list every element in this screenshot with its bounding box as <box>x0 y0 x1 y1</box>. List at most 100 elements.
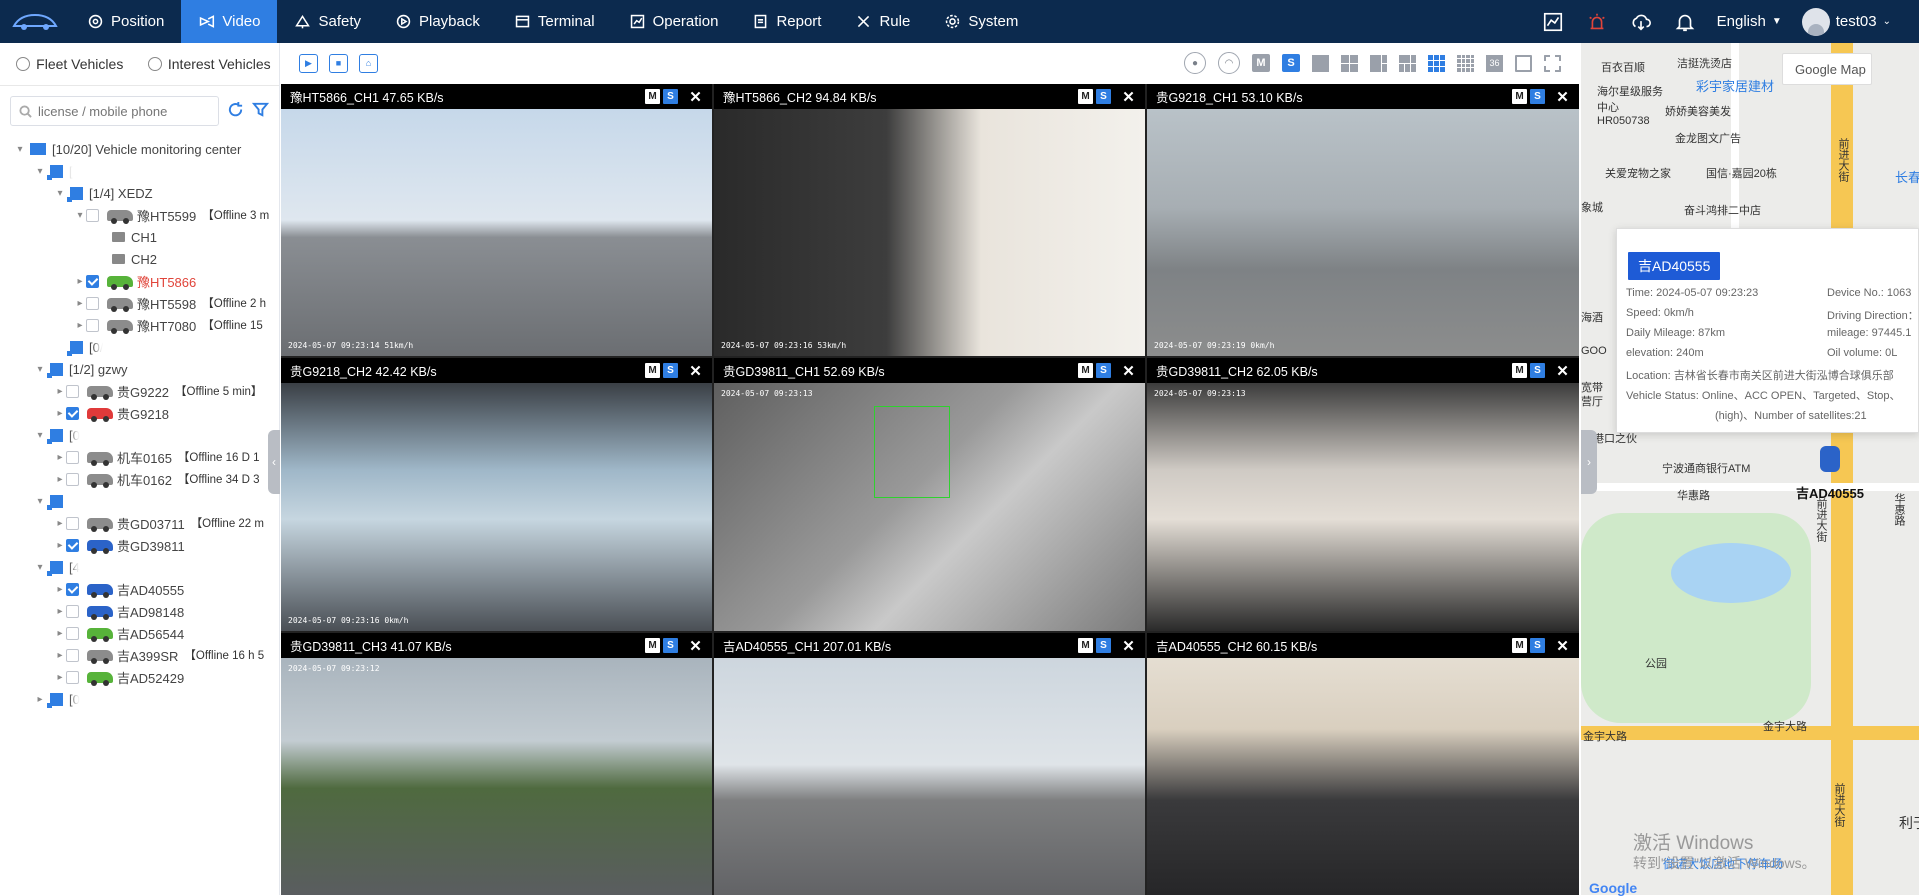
chevron-down-icon[interactable]: ▾ <box>34 166 46 177</box>
main-stream-badge[interactable]: M <box>1512 638 1527 653</box>
chart-icon[interactable] <box>1541 10 1565 34</box>
sub-stream-badge[interactable]: S <box>1096 363 1111 378</box>
chevron-right-icon[interactable]: ▸ <box>74 320 86 331</box>
video-cell[interactable]: 贵GD39811_CH3 41.07 KB/s M S ✕ 2024-05-07 0… <box>281 633 712 895</box>
video-cell[interactable]: 吉AD40555_CH2 60.15 KB/s M S ✕ <box>1147 633 1579 895</box>
map-type-selector[interactable]: Google Map <box>1782 53 1872 85</box>
exit-fullscreen-icon[interactable] <box>1544 54 1561 72</box>
layout-16-icon[interactable] <box>1457 54 1474 72</box>
layout-4-icon[interactable] <box>1341 54 1358 72</box>
main-stream-badge[interactable]: M <box>1078 89 1093 104</box>
chevron-right-icon[interactable]: ▸ <box>34 694 46 705</box>
close-icon[interactable]: ✕ <box>1120 363 1137 380</box>
vehicle-checkbox[interactable] <box>86 318 99 332</box>
sub-stream-badge[interactable]: S <box>1530 363 1545 378</box>
vehicle-checkbox[interactable] <box>86 208 99 222</box>
sub-stream-badge[interactable]: S <box>1096 89 1111 104</box>
collapse-sidebar-button[interactable]: ‹ <box>268 430 280 494</box>
map-panel[interactable]: 百衣百顺 洁挺洗烫店 海尔星级服务中心HR050738 彩宇家居建材 娇娇美容美… <box>1581 43 1919 895</box>
vehicle-checkbox[interactable] <box>66 538 79 552</box>
vehicle-checkbox[interactable] <box>86 296 99 310</box>
main-stream-badge[interactable]: M <box>1078 638 1093 653</box>
layout-6-icon[interactable] <box>1370 54 1387 72</box>
collapse-map-button[interactable]: › <box>1581 430 1597 494</box>
fullscreen-icon[interactable] <box>1515 54 1532 72</box>
vehicle-checkbox[interactable] <box>66 670 79 684</box>
vehicle-checkbox[interactable] <box>66 648 79 662</box>
chevron-right-icon[interactable]: ▸ <box>74 276 86 287</box>
sub-stream-badge[interactable]: S <box>1530 638 1545 653</box>
user-menu[interactable]: test03 ⌄ <box>1801 7 1891 36</box>
chevron-right-icon[interactable]: ▸ <box>54 540 66 551</box>
nav-operation[interactable]: Operation <box>612 0 736 43</box>
video-cell[interactable]: 贵GD39811_CH1 52.69 KB/s M S ✕ 2024-05-07 0… <box>714 358 1145 631</box>
vehicle-checkbox[interactable] <box>66 450 79 464</box>
nav-position[interactable]: Position <box>70 0 181 43</box>
main-stream-button[interactable]: M <box>1252 54 1270 72</box>
chevron-down-icon[interactable]: ▾ <box>34 562 46 573</box>
chevron-down-icon[interactable]: ▾ <box>34 496 46 507</box>
chevron-down-icon[interactable]: ▾ <box>74 210 86 221</box>
layout-9-icon[interactable] <box>1428 54 1445 72</box>
video-cell[interactable]: 贵G9218_CH1 53.10 KB/s M S ✕ 2024-05-07 09:… <box>1147 84 1579 356</box>
tree-group[interactable]: ▸ [0 <box>34 686 314 712</box>
alarm-icon[interactable] <box>1585 10 1609 34</box>
main-stream-badge[interactable]: M <box>645 638 660 653</box>
chevron-right-icon[interactable]: ▸ <box>54 672 66 683</box>
play-all-icon[interactable]: ▶ <box>299 53 318 73</box>
sub-stream-badge[interactable]: S <box>1096 638 1111 653</box>
nav-report[interactable]: Report <box>735 0 838 43</box>
chevron-right-icon[interactable]: ▸ <box>54 408 66 419</box>
main-stream-badge[interactable]: M <box>1512 89 1527 104</box>
close-icon[interactable]: ✕ <box>687 89 704 106</box>
vehicle-checkbox[interactable] <box>66 472 79 486</box>
headset-icon[interactable]: ◠ <box>1218 52 1240 74</box>
vehicle-marker-icon[interactable] <box>1820 446 1840 472</box>
close-icon[interactable]: ✕ <box>687 363 704 380</box>
vehicle-checkbox[interactable] <box>66 406 79 420</box>
close-icon[interactable]: ✕ <box>1554 363 1571 380</box>
chevron-down-icon[interactable]: ▾ <box>34 364 46 375</box>
chevron-right-icon[interactable]: ▸ <box>74 298 86 309</box>
refresh-icon[interactable] <box>227 101 244 121</box>
close-icon[interactable]: ✕ <box>1554 89 1571 106</box>
cloud-download-icon[interactable] <box>1629 10 1653 34</box>
video-cell[interactable]: 吉AD40555_CH1 207.01 KB/s M S ✕ <box>714 633 1145 895</box>
close-icon[interactable]: ✕ <box>1120 89 1137 106</box>
chevron-right-icon[interactable]: ▸ <box>54 386 66 397</box>
sub-stream-badge[interactable]: S <box>663 363 678 378</box>
capture-icon[interactable]: ⌂ <box>359 53 378 73</box>
main-stream-badge[interactable]: M <box>1078 363 1093 378</box>
sub-stream-badge[interactable]: S <box>663 638 678 653</box>
chevron-right-icon[interactable]: ▸ <box>54 628 66 639</box>
search-input[interactable] <box>38 103 188 119</box>
close-icon[interactable]: ✕ <box>687 638 704 655</box>
bell-icon[interactable] <box>1673 10 1697 34</box>
main-stream-badge[interactable]: M <box>1512 363 1527 378</box>
video-cell[interactable]: 贵G9218_CH2 42.42 KB/s M S ✕ 2024-05-07 09:… <box>281 358 712 631</box>
sub-stream-badge[interactable]: S <box>663 89 678 104</box>
tab-fleet-vehicles[interactable]: Fleet Vehicles <box>0 43 140 85</box>
layout-8-icon[interactable] <box>1399 54 1416 72</box>
chevron-right-icon[interactable]: ▸ <box>54 584 66 595</box>
video-cell[interactable]: 贵GD39811_CH2 62.05 KB/s M S ✕ 2024-05-07 0… <box>1147 358 1579 631</box>
vehicle-checkbox[interactable] <box>66 626 79 640</box>
layout-1-icon[interactable] <box>1312 54 1329 72</box>
vehicle-checkbox[interactable] <box>86 274 99 288</box>
sub-stream-badge[interactable]: S <box>1530 89 1545 104</box>
vehicle-checkbox[interactable] <box>66 516 79 530</box>
close-icon[interactable]: ✕ <box>1120 638 1137 655</box>
nav-terminal[interactable]: Terminal <box>497 0 612 43</box>
vehicle-checkbox[interactable] <box>66 384 79 398</box>
chevron-down-icon[interactable]: ▾ <box>14 144 26 155</box>
chevron-right-icon[interactable]: ▸ <box>54 606 66 617</box>
nav-video[interactable]: Video <box>181 0 278 43</box>
nav-safety[interactable]: Safety <box>277 0 378 43</box>
filter-icon[interactable] <box>251 101 270 121</box>
stop-all-icon[interactable]: ■ <box>329 53 348 73</box>
close-icon[interactable]: ✕ <box>1554 638 1571 655</box>
chevron-right-icon[interactable]: ▸ <box>54 452 66 463</box>
main-stream-badge[interactable]: M <box>645 89 660 104</box>
video-cell[interactable]: 豫HT5866_CH1 47.65 KB/s M S ✕ 2024-05-07 09… <box>281 84 712 356</box>
sub-stream-button[interactable]: S <box>1282 54 1300 72</box>
